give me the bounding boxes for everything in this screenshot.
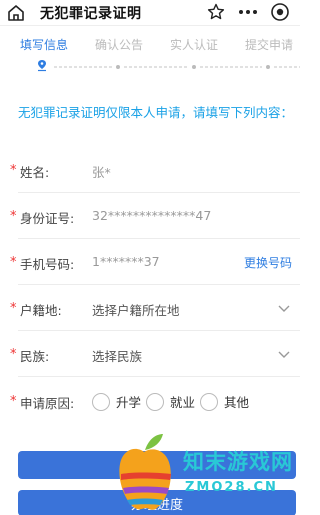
- reason-label: 申请原因:: [20, 396, 75, 411]
- radio-circle[interactable]: [200, 392, 218, 411]
- id-number-field: * 身份证号: 32**************47: [0, 195, 300, 239]
- name-field: * 姓名: 张*: [0, 149, 300, 193]
- required-mark: *: [10, 209, 17, 224]
- ethnicity-label: 民族:: [20, 349, 50, 364]
- watermark: 知末游戏网 ZMO28.CN: [115, 428, 300, 515]
- watermark-en: ZMO28.CN: [185, 480, 278, 495]
- close-mini-program-icon[interactable]: [270, 2, 290, 22]
- required-mark: *: [10, 163, 17, 178]
- household-select[interactable]: * 户籍地: 选择户籍所在地: [0, 287, 300, 331]
- current-step-marker-icon: [38, 60, 46, 72]
- phone-field: * 手机号码: 1*******37 更换号码: [0, 241, 300, 285]
- page-title: 无犯罪记录证明: [40, 6, 142, 22]
- household-label: 户籍地:: [20, 303, 62, 318]
- reason-option-school[interactable]: 升学: [92, 392, 141, 411]
- divider: [18, 284, 300, 285]
- radio-label: 升学: [116, 395, 142, 410]
- star-icon[interactable]: [207, 3, 225, 21]
- reason-option-other[interactable]: 其他: [200, 392, 249, 411]
- apple-logo-icon: [119, 434, 171, 510]
- phone-label: 手机号码:: [20, 257, 75, 272]
- ethnicity-placeholder: 选择民族: [92, 349, 143, 364]
- phone-value: 1*******37: [92, 254, 160, 269]
- radio-circle[interactable]: [146, 392, 164, 411]
- required-mark: *: [10, 301, 17, 316]
- divider: [18, 376, 300, 377]
- step-identity-verify: 实人认证: [170, 38, 219, 52]
- radio-label: 就业: [170, 395, 196, 410]
- step-confirm-notice: 确认公告: [95, 38, 144, 52]
- watermark-cn: 知末游戏网: [183, 450, 293, 474]
- required-mark: *: [10, 255, 17, 270]
- household-placeholder: 选择户籍所在地: [92, 303, 180, 318]
- required-mark: *: [10, 394, 17, 409]
- radio-circle[interactable]: [92, 392, 110, 411]
- step-progress-indicator: [38, 60, 300, 72]
- id-number-value: 32**************47: [92, 208, 212, 223]
- notice-text: 无犯罪记录证明仅限本人申请，请填写下列内容：: [18, 105, 294, 120]
- divider: [18, 192, 300, 193]
- reason-field: * 申请原因: 升学 就业 其他: [0, 380, 300, 424]
- step-fill-info: 填写信息: [20, 38, 69, 52]
- id-number-label: 身份证号:: [20, 211, 75, 226]
- step-submit: 提交申请: [245, 38, 294, 52]
- chevron-down-icon: [278, 351, 290, 358]
- name-value: 张*: [92, 165, 111, 180]
- radio-label: 其他: [224, 395, 250, 410]
- required-mark: *: [10, 347, 17, 362]
- step-tabs: 填写信息 确认公告 实人认证 提交申请: [0, 33, 300, 55]
- divider: [18, 238, 300, 239]
- chevron-down-icon: [278, 305, 290, 312]
- name-label: 姓名:: [20, 165, 50, 180]
- divider: [18, 330, 300, 331]
- ethnicity-select[interactable]: * 民族: 选择民族: [0, 333, 300, 377]
- more-icon[interactable]: [237, 3, 259, 21]
- change-phone-link[interactable]: 更换号码: [244, 254, 292, 271]
- app-header: 无犯罪记录证明: [0, 0, 300, 26]
- reason-option-employment[interactable]: 就业: [146, 392, 195, 411]
- home-icon[interactable]: [7, 4, 25, 22]
